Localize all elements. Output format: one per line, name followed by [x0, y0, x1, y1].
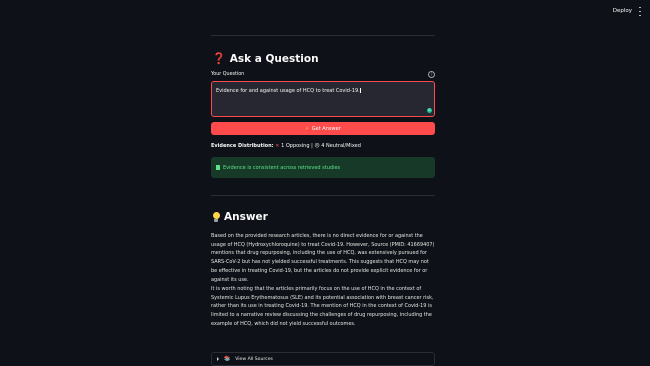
light-bulb-icon — [212, 211, 220, 223]
get-answer-label: Get Answer — [311, 125, 341, 132]
deploy-button[interactable]: Deploy — [613, 8, 632, 14]
neutral-count: 4 Neutral/Mixed — [321, 143, 361, 149]
ask-heading: ❓ Ask a Question — [212, 52, 319, 65]
answer-paragraph: Based on the provided research articles,… — [211, 233, 435, 283]
answer-paragraph: It is worth noting that the articles pri… — [211, 286, 434, 327]
help-icon[interactable]: ? — [428, 71, 435, 78]
consistency-alert: Evidence is consistent across retrieved … — [211, 157, 435, 178]
ask-heading-text: Ask a Question — [229, 52, 319, 65]
answer-text-2: It is worth noting that the articles pri… — [211, 285, 435, 329]
answer-heading: Answer — [212, 211, 268, 223]
evidence-distribution: Evidence Distribution: ✕ 1 Opposing | 😐 … — [211, 143, 361, 149]
get-answer-button[interactable]: ⚡ Get Answer — [211, 122, 435, 135]
app-header: Deploy — [0, 0, 650, 24]
grammarly-icon[interactable]: G — [427, 108, 432, 113]
document-icon — [216, 165, 220, 170]
chevron-right-icon — [217, 357, 219, 361]
question-input[interactable]: Evidence for and against usage of HCQ to… — [211, 81, 435, 117]
question-field-label: Your Question — [211, 72, 245, 77]
answer-heading-text: Answer — [224, 211, 268, 223]
view-sources-expander[interactable]: 📚 View All Sources — [211, 352, 435, 366]
top-divider — [211, 35, 435, 36]
main-menu-icon[interactable] — [638, 7, 642, 16]
answer-text: Based on the provided research articles,… — [211, 232, 435, 284]
cross-mark-icon: ✕ — [275, 143, 280, 149]
section-divider — [211, 195, 435, 196]
books-icon: 📚 — [224, 356, 231, 362]
question-mark-icon: ❓ — [212, 52, 226, 65]
neutral-face-icon: 😐 — [314, 143, 320, 149]
question-input-value: Evidence for and against usage of HCQ to… — [216, 88, 361, 94]
consistency-alert-text: Evidence is consistent across retrieved … — [223, 164, 341, 171]
view-sources-label: View All Sources — [235, 356, 273, 362]
opposing-count: 1 Opposing — [281, 143, 310, 149]
lightning-icon: ⚡ — [305, 125, 309, 132]
distribution-label: Evidence Distribution: — [211, 143, 274, 149]
